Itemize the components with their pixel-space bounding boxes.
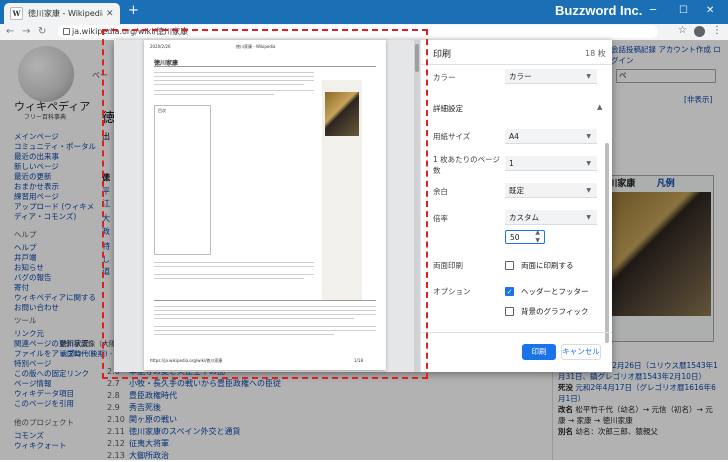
print-button[interactable]: 印刷 [522, 344, 556, 360]
duplex-checkbox[interactable] [505, 261, 514, 270]
brand-label: Buzzword Inc. [555, 3, 643, 18]
details-heading[interactable]: 詳細設定 [433, 103, 463, 114]
forward-icon[interactable]: → [22, 26, 30, 37]
chevron-down-icon: ▼ [586, 214, 591, 221]
paper-size-select[interactable]: A4 ▼ [505, 129, 597, 144]
scale-value: カスタム [509, 213, 539, 222]
lock-icon [63, 28, 70, 35]
profile-avatar-icon[interactable] [694, 26, 705, 37]
close-tab-icon[interactable]: ✕ [106, 9, 114, 19]
chevron-down-icon: ▼ [586, 73, 591, 80]
sheet-count: 18 枚 [585, 49, 606, 58]
color-select[interactable]: カラー ▼ [505, 69, 597, 84]
pages-per-sheet-select[interactable]: 1 ▼ [505, 156, 597, 171]
menu-kebab-icon[interactable]: ⋮ [712, 25, 722, 36]
chevron-down-icon: ▼ [586, 187, 591, 194]
chevron-down-icon: ▼ [586, 160, 591, 167]
bookmark-star-icon[interactable]: ☆ [678, 25, 687, 36]
scale-number-input[interactable]: 50 ▲ ▼ [505, 229, 545, 245]
duplex-label: 両面印刷 [433, 261, 463, 270]
margin-select[interactable]: 既定 ▼ [505, 183, 597, 198]
chevron-down-icon: ▼ [586, 133, 591, 140]
minimize-icon[interactable]: ─ [650, 5, 656, 16]
reload-icon[interactable]: ↻ [38, 26, 46, 37]
print-title: 印刷 [433, 50, 452, 60]
pages-per-sheet-label: 1 枚あたりのページ数 [433, 155, 501, 175]
settings-scrollbar[interactable] [605, 143, 609, 343]
paper-size-label: 用紙サイズ [433, 132, 471, 141]
wikipedia-favicon-icon: W [10, 7, 23, 20]
tab-title: 徳川家康 - Wikipedia [28, 9, 103, 18]
divider [421, 64, 612, 65]
highlight-annotation-box [102, 29, 428, 379]
spinner-icon[interactable]: ▲ ▼ [535, 229, 540, 245]
chevron-up-icon[interactable]: ▲ [597, 103, 602, 111]
new-tab-icon[interactable]: + [128, 4, 139, 18]
browser-tab[interactable]: W 徳川家康 - Wikipedia ✕ [4, 3, 120, 24]
background-graphics-checkbox[interactable] [505, 307, 514, 316]
scale-select[interactable]: カスタム ▼ [505, 210, 597, 225]
options-label: オプション [433, 287, 471, 296]
background-graphics-label[interactable]: 背景のグラフィック [521, 306, 588, 317]
color-value: カラー [509, 72, 532, 81]
close-window-icon[interactable]: ✕ [706, 5, 714, 16]
margin-value: 既定 [509, 186, 524, 195]
duplex-option-label[interactable]: 両面に印刷する [521, 260, 574, 271]
tab-strip: W 徳川家康 - Wikipedia ✕ + Buzzword Inc. ─ ☐… [0, 0, 728, 24]
pages-per-sheet-value: 1 [509, 159, 514, 168]
scale-label: 倍率 [433, 214, 448, 223]
paper-size-value: A4 [509, 132, 519, 141]
maximize-icon[interactable]: ☐ [679, 5, 688, 16]
back-icon[interactable]: ← [6, 26, 14, 37]
header-footer-checkbox[interactable]: ✓ [505, 287, 514, 296]
print-settings-panel: 印刷 18 枚 カラー カラー ▼ 詳細設定 ▲ 用紙サイズ A4 ▼ 1 枚あたり… [421, 40, 612, 372]
divider [421, 332, 612, 333]
color-label: カラー [433, 73, 456, 82]
cancel-button[interactable]: キャンセル [561, 344, 601, 360]
scale-number-value: 50 [510, 233, 520, 242]
header-footer-label[interactable]: ヘッダーとフッター [521, 286, 589, 297]
margin-label: 余白 [433, 187, 448, 196]
